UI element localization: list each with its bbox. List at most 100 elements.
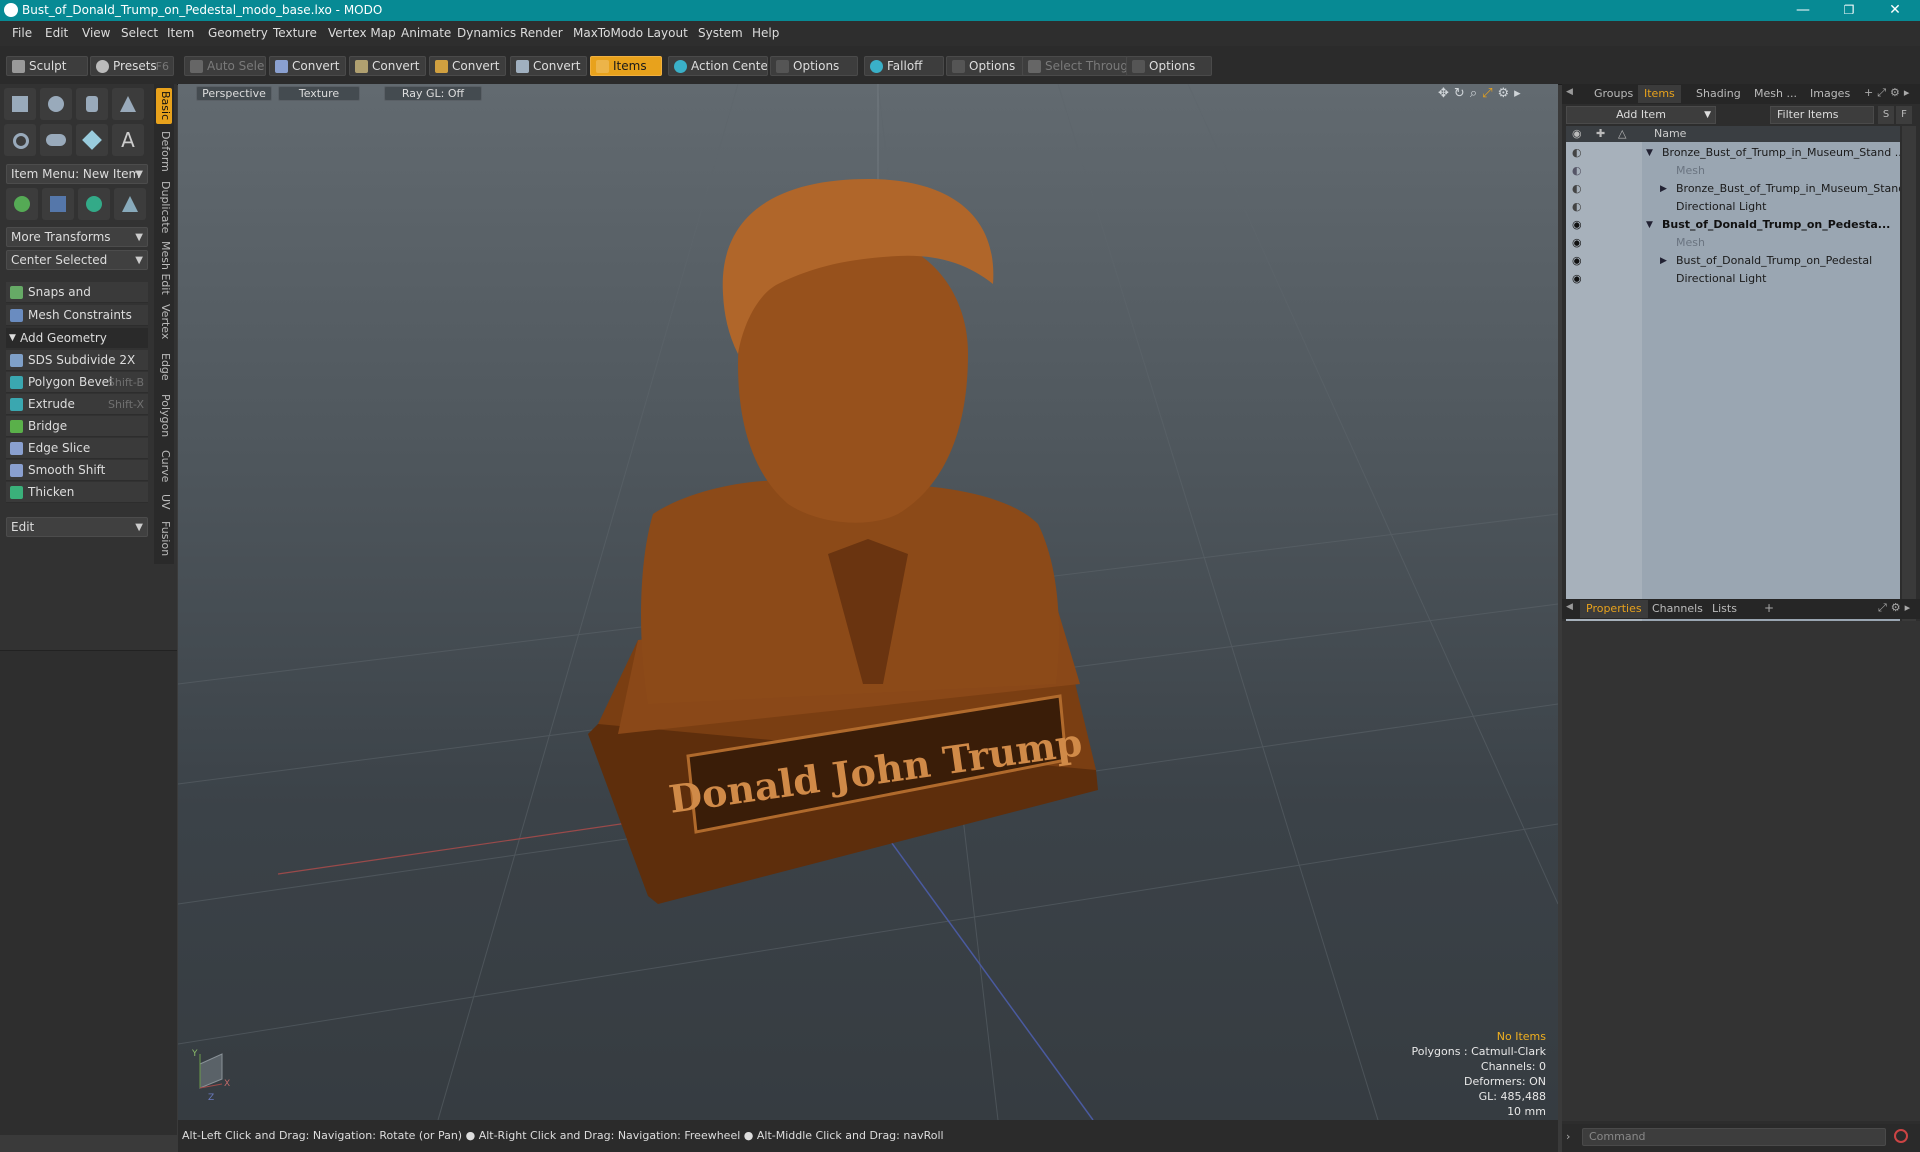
menu-maxtomodo[interactable]: MaxToModo [573, 26, 643, 40]
add-tab-icon[interactable]: + [1764, 601, 1774, 615]
snaps-precision-button[interactable]: Snaps and Precision [6, 282, 148, 320]
menu-dynamics[interactable]: Dynamics [457, 26, 516, 40]
fit-icon[interactable]: ⤢ [1482, 86, 1497, 101]
falloff-options-button[interactable]: Options [946, 56, 1026, 76]
close-button[interactable]: ✕ [1872, 0, 1918, 21]
convert-vertex-button[interactable]: Convert [269, 56, 346, 76]
cube-primitive-button[interactable] [4, 88, 36, 120]
cone-primitive-button[interactable] [112, 88, 144, 120]
select-through-button[interactable]: Select Through [1022, 56, 1128, 76]
pen-tool-button[interactable] [76, 124, 108, 156]
convert-material-button[interactable]: Convert [510, 56, 587, 76]
convert-polygon-button[interactable]: Convert [429, 56, 506, 76]
tab-items[interactable]: Items [1638, 85, 1681, 103]
menu-item[interactable]: Item [167, 26, 194, 40]
bridge-button[interactable]: Bridge [6, 416, 148, 437]
sds-subdivide-button[interactable]: SDS Subdivide 2X [6, 350, 148, 371]
panel-controls[interactable]: ⤢⚙▸ [1878, 601, 1914, 615]
presets-button[interactable]: Presets F6 [90, 56, 174, 76]
menu-edit[interactable]: Edit [45, 26, 68, 40]
ray-gl-toggle[interactable]: Ray GL: Off [384, 86, 482, 101]
view-perspective-tab[interactable]: Perspective [196, 86, 272, 101]
menu-geometry[interactable]: Geometry [208, 26, 268, 40]
menu-system[interactable]: System [698, 26, 743, 40]
tree-row-bronze-bust[interactable]: ◐ ▶ Bronze_Bust_of_Trump_in_Museum_Stand [1566, 180, 1900, 198]
panel-menu-icon[interactable]: ◀ [1566, 602, 1573, 612]
menu-file[interactable]: File [12, 26, 32, 40]
tree-row-bronze-scene[interactable]: ◐ ▼ Bronze_Bust_of_Trump_in_Museum_Stand .… [1566, 144, 1900, 162]
tab-polygon[interactable]: Polygon [156, 390, 172, 442]
mesh-constraints-button[interactable]: Mesh Constraints [6, 305, 148, 326]
auto-select-button[interactable]: Auto Select [184, 56, 266, 76]
add-geometry-header[interactable]: ▼ Add Geometry [6, 328, 148, 348]
tree-row-bronze-mesh[interactable]: ◐ Mesh [1566, 162, 1900, 180]
eye-icon[interactable]: ◐ [1572, 198, 1582, 216]
text-tool-button[interactable]: A [112, 124, 144, 156]
filter-items-input[interactable]: Filter Items [1770, 106, 1874, 124]
tab-duplicate[interactable]: Duplicate [156, 178, 172, 236]
eye-icon[interactable]: ◉ [1572, 234, 1582, 252]
torus-primitive-button[interactable] [4, 124, 36, 156]
3d-viewport[interactable]: Donald John Trump Y X Z Perspective Text… [178, 84, 1558, 1120]
search-f-button[interactable]: F [1896, 106, 1912, 124]
menu-vertex-map[interactable]: Vertex Map [328, 26, 396, 40]
tab-edge[interactable]: Edge [156, 348, 172, 386]
capsule-primitive-button[interactable] [40, 124, 72, 156]
action-center-button[interactable]: Action Center [668, 56, 768, 76]
tab-properties[interactable]: Properties [1580, 600, 1648, 618]
chevron-right-icon[interactable]: › [1566, 1130, 1570, 1143]
item-tree-scrollbar[interactable] [1902, 126, 1916, 664]
sculpt-button[interactable]: Sculpt [6, 56, 88, 76]
thicken-button[interactable]: Thicken [6, 482, 148, 503]
eye-icon[interactable]: ◉ [1572, 270, 1582, 288]
record-icon[interactable] [1894, 1129, 1908, 1143]
tab-vertex[interactable]: Vertex [156, 300, 172, 344]
command-input[interactable]: Command [1582, 1128, 1886, 1146]
sphere-primitive-button[interactable] [40, 88, 72, 120]
tab-lists[interactable]: Lists [1706, 600, 1743, 618]
falloff-button[interactable]: Falloff [864, 56, 944, 76]
menu-render[interactable]: Render [520, 26, 563, 40]
rotate-icon[interactable]: ↻ [1454, 86, 1470, 101]
tab-curve[interactable]: Curve [156, 446, 172, 486]
tab-fusion[interactable]: Fusion [156, 518, 172, 560]
menu-select[interactable]: Select [121, 26, 158, 40]
convert-edge-button[interactable]: Convert [349, 56, 426, 76]
gear-icon[interactable]: ⚙ [1498, 86, 1515, 101]
name-column-header[interactable]: Name [1654, 126, 1686, 142]
polygon-bevel-button[interactable]: Polygon Bevel Shift-B [6, 372, 148, 393]
edit-dropdown[interactable]: Edit ▼ [6, 517, 148, 537]
items-mode-button[interactable]: Items [590, 56, 662, 76]
zoom-icon[interactable]: ⌕ [1470, 86, 1482, 101]
maximize-button[interactable]: ❐ [1826, 0, 1872, 21]
chevron-right-icon[interactable]: ▸ [1514, 86, 1526, 101]
panel-controls[interactable]: +⤢⚙▸ [1864, 86, 1913, 100]
eye-icon[interactable]: ◐ [1572, 144, 1582, 162]
tab-basic[interactable]: Basic [156, 88, 172, 124]
tab-uv[interactable]: UV [156, 490, 172, 514]
grid-tool-button[interactable] [42, 188, 74, 220]
item-menu-dropdown[interactable]: Item Menu: New Item ▼ [6, 164, 148, 184]
view-texture-tab[interactable]: Texture [278, 86, 360, 101]
more-transforms-dropdown[interactable]: More Transforms ▼ [6, 227, 148, 247]
tab-images[interactable]: Images [1804, 85, 1856, 103]
eye-icon[interactable]: ◉ [1572, 252, 1582, 270]
cylinder-primitive-button[interactable] [76, 88, 108, 120]
tab-deform[interactable]: Deform [156, 128, 172, 174]
search-s-button[interactable]: S [1878, 106, 1894, 124]
tree-row-pedestal-scene[interactable]: ◉ ▼ Bust_of_Donald_Trump_on_Pedesta... [1566, 216, 1900, 234]
eye-icon[interactable]: ◉ [1572, 216, 1582, 234]
menu-texture[interactable]: Texture [273, 26, 317, 40]
menu-view[interactable]: View [82, 26, 110, 40]
center-selected-dropdown[interactable]: Center Selected ▼ [6, 250, 148, 270]
add-item-dropdown[interactable]: Add Item ▼ [1566, 106, 1716, 124]
tab-channels[interactable]: Channels [1646, 600, 1709, 618]
eye-icon[interactable]: ◐ [1572, 162, 1582, 180]
transform-tool-button[interactable] [6, 188, 38, 220]
menu-help[interactable]: Help [752, 26, 779, 40]
extrude-button[interactable]: Extrude Shift-X [6, 394, 148, 415]
tab-shading[interactable]: Shading [1690, 85, 1747, 103]
tab-mesh[interactable]: Mesh ... [1748, 85, 1803, 103]
select-through-options-button[interactable]: Options [1126, 56, 1212, 76]
pan-icon[interactable]: ✥ [1438, 86, 1454, 101]
